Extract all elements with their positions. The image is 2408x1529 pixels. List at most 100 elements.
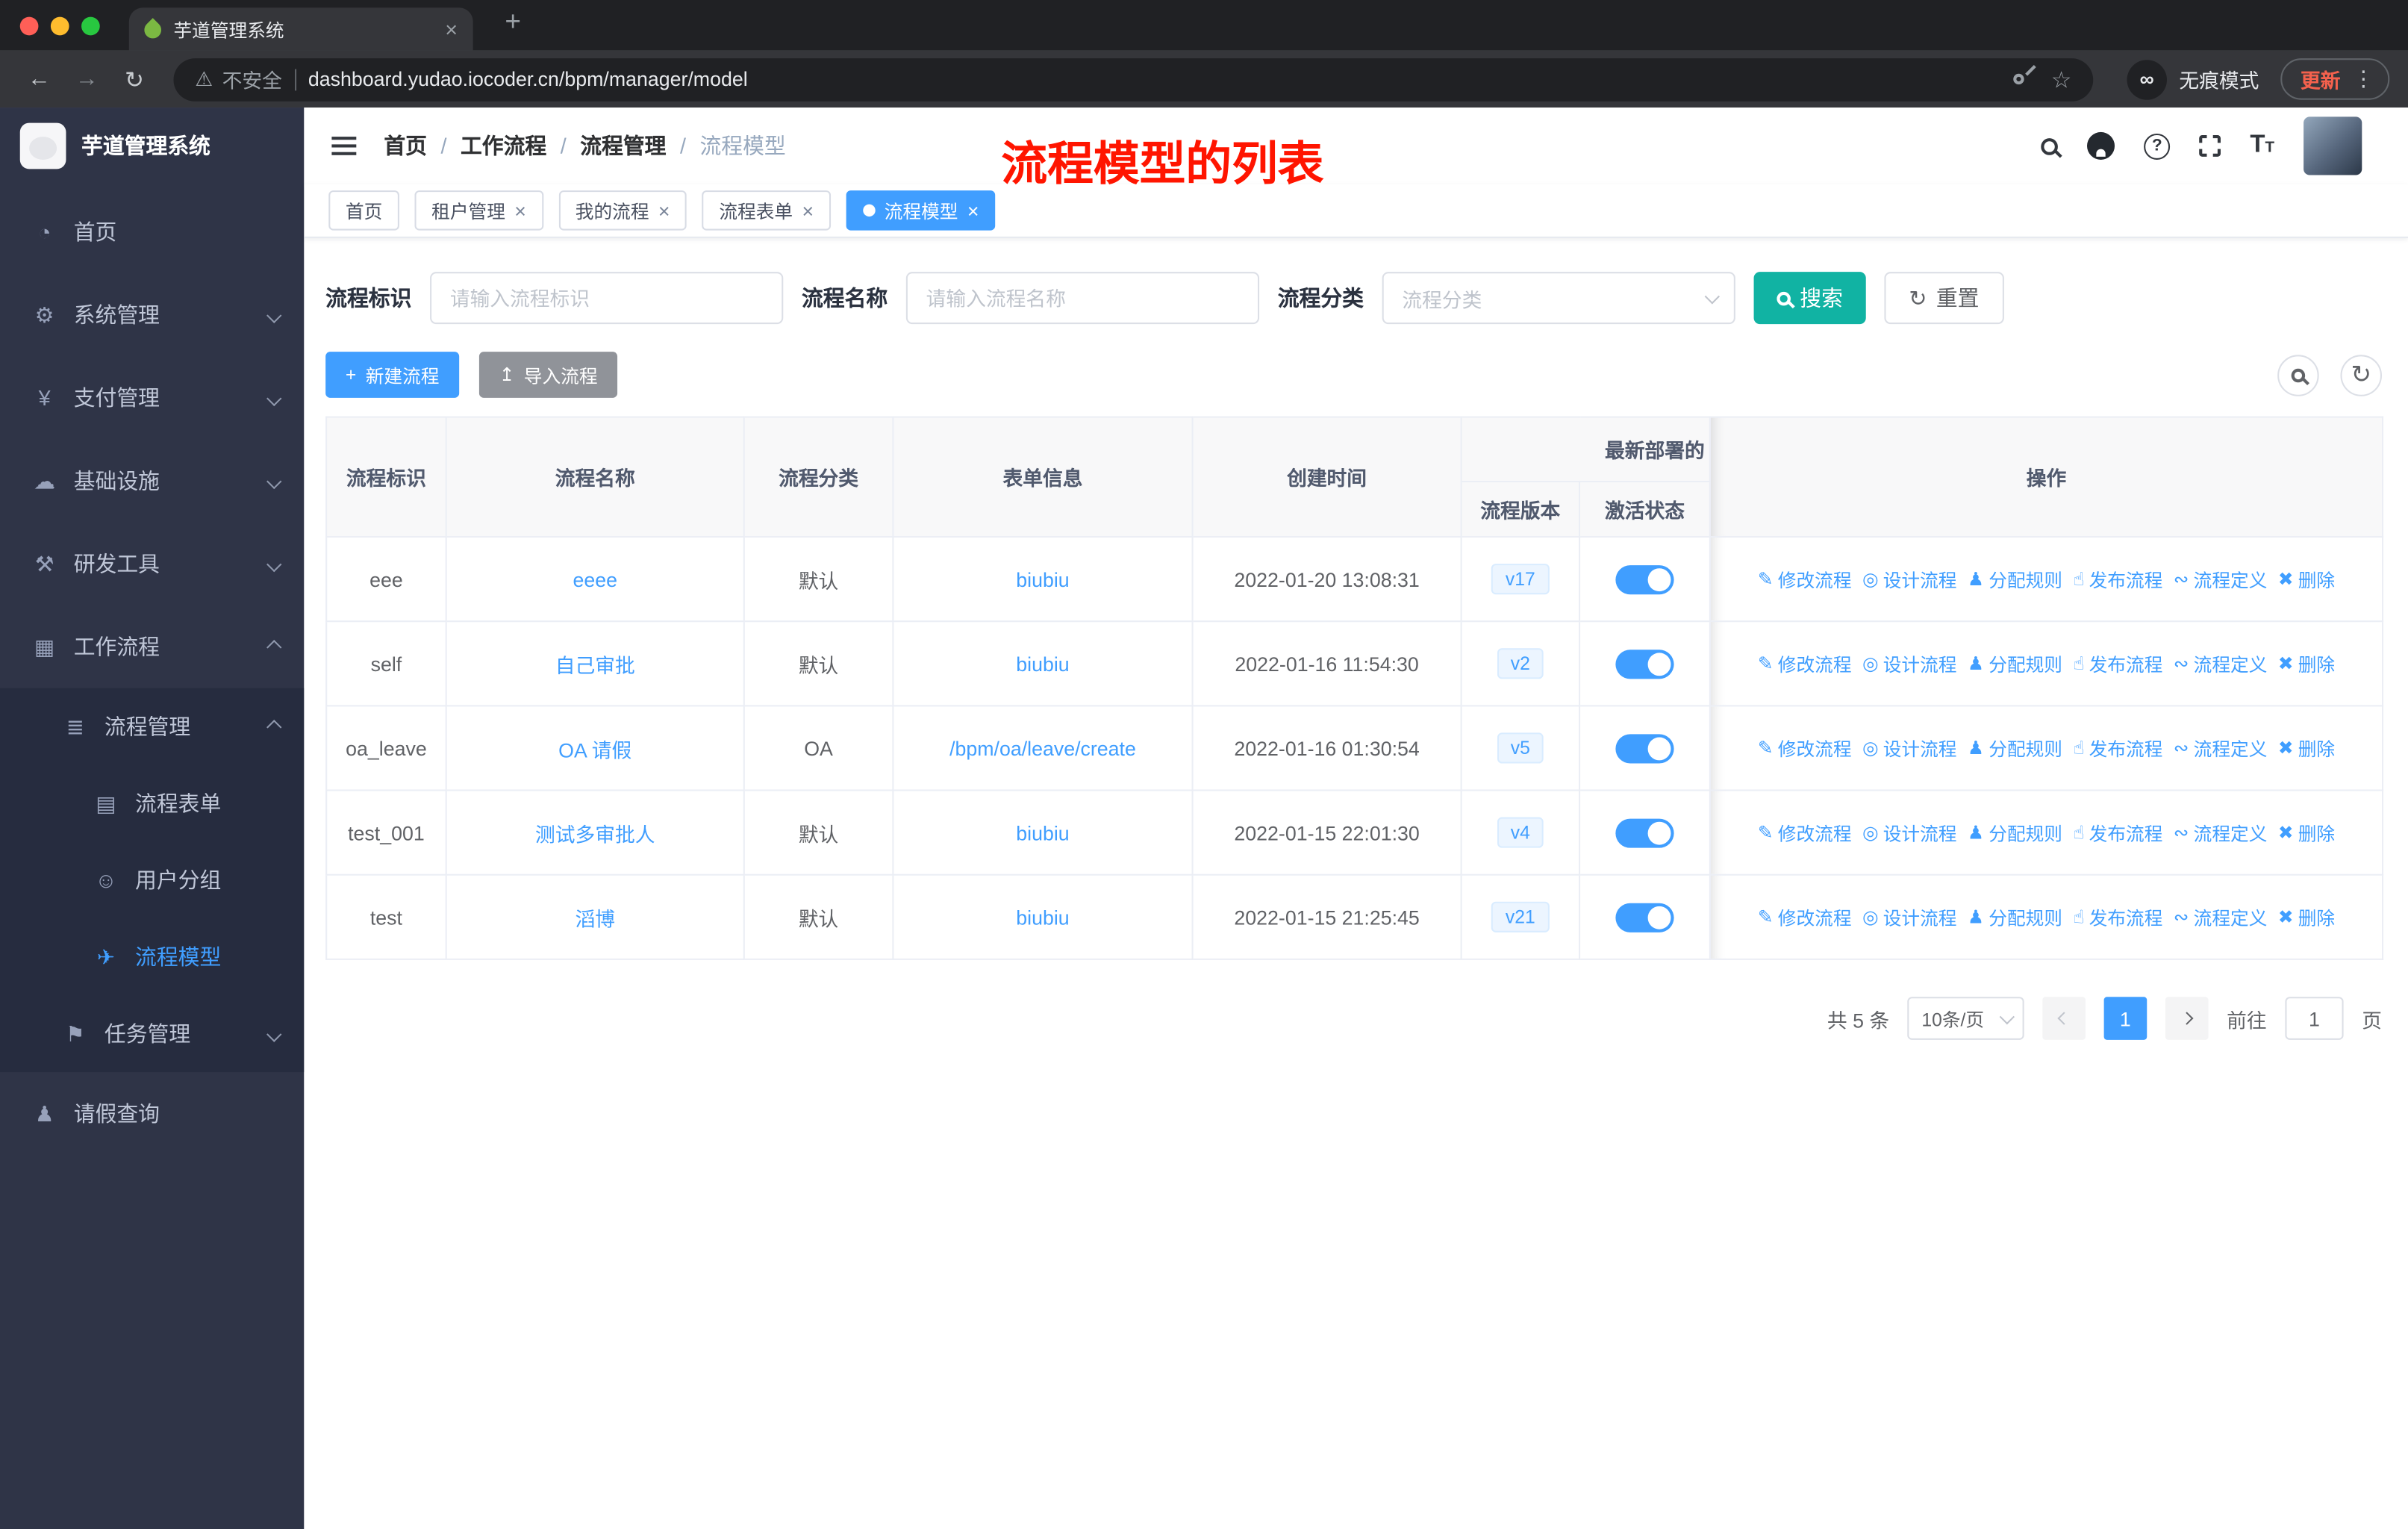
sidebar-item-process-management[interactable]: ≣ 流程管理 <box>0 688 304 765</box>
breadcrumb-process-management[interactable]: 流程管理 <box>580 131 699 161</box>
edit-process-link[interactable]: ✎ 修改流程 <box>1758 735 1852 761</box>
delete-link[interactable]: ✖ 删除 <box>2278 650 2335 676</box>
design-process-link[interactable]: ◎ 设计流程 <box>1862 735 1957 761</box>
prev-page-button[interactable] <box>2042 997 2086 1040</box>
fullscreen-icon[interactable] <box>2196 131 2224 160</box>
edit-process-link[interactable]: ✎ 修改流程 <box>1758 820 1852 846</box>
publish-process-link[interactable]: ☝ 发布流程 <box>2073 820 2162 846</box>
sidebar-item-home[interactable]: ◔ 首页 <box>0 190 304 273</box>
publish-process-link[interactable]: ☝ 发布流程 <box>2073 735 2162 761</box>
tag-process-model[interactable]: 流程模型 × <box>846 190 996 231</box>
delete-link[interactable]: ✖ 删除 <box>2278 735 2335 761</box>
window-minimize-button[interactable] <box>50 16 69 35</box>
process-definition-link[interactable]: ∾ 流程定义 <box>2174 735 2268 761</box>
activation-toggle[interactable] <box>1615 649 1674 679</box>
back-icon[interactable]: ← <box>19 66 60 92</box>
reset-button[interactable]: ↻ 重置 <box>1884 272 2004 325</box>
breadcrumb-workflow[interactable]: 工作流程 <box>461 131 580 161</box>
assign-rule-link[interactable]: ♟ 分配规则 <box>1968 735 2062 761</box>
new-tab-button[interactable]: + <box>494 6 531 38</box>
sidebar-item-process-model[interactable]: ✈ 流程模型 <box>0 918 304 995</box>
process-name-link[interactable]: OA 请假 <box>558 738 631 762</box>
assign-rule-link[interactable]: ♟ 分配规则 <box>1968 904 2062 930</box>
sidebar-item-leave-query[interactable]: ♟ 请假查询 <box>0 1072 304 1155</box>
process-definition-link[interactable]: ∾ 流程定义 <box>2174 820 2268 846</box>
assign-rule-link[interactable]: ♟ 分配规则 <box>1968 566 2062 592</box>
tag-my-process[interactable]: 我的流程 × <box>558 190 687 231</box>
process-key-input[interactable] <box>430 272 784 325</box>
reload-icon[interactable]: ↻ <box>113 65 155 93</box>
sidebar-item-process-form[interactable]: ▤ 流程表单 <box>0 765 304 842</box>
sidebar-item-infrastructure[interactable]: ☁ 基础设施 <box>0 439 304 522</box>
form-info-link[interactable]: /bpm/oa/leave/create <box>949 737 1136 760</box>
search-icon[interactable] <box>2041 137 2059 155</box>
assign-rule-link[interactable]: ♟ 分配规则 <box>1968 820 2062 846</box>
tab-close-icon[interactable]: × <box>445 17 458 42</box>
window-zoom-button[interactable] <box>81 16 100 35</box>
form-info-link[interactable]: biubiu <box>1016 906 1069 929</box>
process-category-select[interactable]: 流程分类 <box>1382 272 1735 325</box>
delete-link[interactable]: ✖ 删除 <box>2278 820 2335 846</box>
publish-process-link[interactable]: ☝ 发布流程 <box>2073 650 2162 676</box>
process-definition-link[interactable]: ∾ 流程定义 <box>2174 566 2268 592</box>
tag-close-icon[interactable]: × <box>658 199 670 222</box>
user-avatar[interactable] <box>2303 116 2362 175</box>
form-info-link[interactable]: biubiu <box>1016 652 1069 675</box>
github-icon[interactable] <box>2087 131 2115 160</box>
tag-close-icon[interactable]: × <box>514 199 526 222</box>
refresh-table-button[interactable]: ↻ <box>2340 354 2383 396</box>
browser-menu-icon[interactable]: ⋮ <box>2353 66 2374 92</box>
import-process-button[interactable]: ↥ 导入流程 <box>478 352 618 398</box>
design-process-link[interactable]: ◎ 设计流程 <box>1862 820 1957 846</box>
edit-process-link[interactable]: ✎ 修改流程 <box>1758 566 1852 592</box>
font-size-icon[interactable]: TT <box>2250 132 2274 160</box>
process-definition-link[interactable]: ∾ 流程定义 <box>2174 650 2268 676</box>
sidebar-item-payment[interactable]: ¥ 支付管理 <box>0 356 304 439</box>
process-definition-link[interactable]: ∾ 流程定义 <box>2174 904 2268 930</box>
breadcrumb-home[interactable]: 首页 <box>384 131 461 161</box>
sidebar-item-devtools[interactable]: ⚒ 研发工具 <box>0 523 304 605</box>
sidebar-collapse-icon[interactable] <box>331 137 357 155</box>
design-process-link[interactable]: ◎ 设计流程 <box>1862 650 1957 676</box>
design-process-link[interactable]: ◎ 设计流程 <box>1862 904 1957 930</box>
form-info-link[interactable]: biubiu <box>1016 567 1069 591</box>
activation-toggle[interactable] <box>1615 818 1674 847</box>
edit-process-link[interactable]: ✎ 修改流程 <box>1758 650 1852 676</box>
delete-link[interactable]: ✖ 删除 <box>2278 566 2335 592</box>
search-button[interactable]: 搜索 <box>1753 272 1866 325</box>
security-chip[interactable]: ⚠ 不安全 <box>195 64 282 93</box>
goto-page-input[interactable] <box>2285 997 2344 1040</box>
bookmark-star-icon[interactable]: ☆ <box>2051 65 2072 93</box>
sidebar-item-user-group[interactable]: ☺ 用户分组 <box>0 841 304 918</box>
page-size-select[interactable]: 10条/页 <box>1907 997 2024 1040</box>
publish-process-link[interactable]: ☝ 发布流程 <box>2073 904 2162 930</box>
window-close-button[interactable] <box>19 16 39 35</box>
activation-toggle[interactable] <box>1615 733 1674 763</box>
password-key-icon[interactable] <box>2010 71 2026 87</box>
tag-tenant-management[interactable]: 租户管理 × <box>414 190 543 231</box>
form-info-link[interactable]: biubiu <box>1016 821 1069 844</box>
forward-icon[interactable]: → <box>66 66 107 92</box>
address-bar[interactable]: ⚠ 不安全 dashboard.yudao.iocoder.cn/bpm/man… <box>173 57 2094 101</box>
activation-toggle[interactable] <box>1615 902 1674 932</box>
publish-process-link[interactable]: ☝ 发布流程 <box>2073 566 2162 592</box>
tag-close-icon[interactable]: × <box>802 199 814 222</box>
browser-update-button[interactable]: 更新 ⋮ <box>2280 58 2390 100</box>
process-name-link[interactable]: 自己审批 <box>555 653 635 676</box>
tag-home[interactable]: 首页 <box>328 190 399 231</box>
design-process-link[interactable]: ◎ 设计流程 <box>1862 566 1957 592</box>
process-name-link[interactable]: eeee <box>573 567 617 591</box>
process-name-link[interactable]: 滔博 <box>575 907 615 930</box>
next-page-button[interactable] <box>2165 997 2209 1040</box>
browser-tab[interactable]: 芋道管理系统 × <box>128 7 473 51</box>
sidebar-item-workflow[interactable]: ▦ 工作流程 <box>0 605 304 688</box>
delete-link[interactable]: ✖ 删除 <box>2278 904 2335 930</box>
page-number-button[interactable]: 1 <box>2103 997 2147 1040</box>
edit-process-link[interactable]: ✎ 修改流程 <box>1758 904 1852 930</box>
activation-toggle[interactable] <box>1615 564 1674 594</box>
tag-close-icon[interactable]: × <box>967 199 979 222</box>
toggle-search-button[interactable] <box>2277 354 2319 396</box>
sidebar-item-task-management[interactable]: ⚑ 任务管理 <box>0 995 304 1072</box>
process-name-link[interactable]: 测试多审批人 <box>535 823 655 846</box>
create-process-button[interactable]: + 新建流程 <box>325 352 460 398</box>
